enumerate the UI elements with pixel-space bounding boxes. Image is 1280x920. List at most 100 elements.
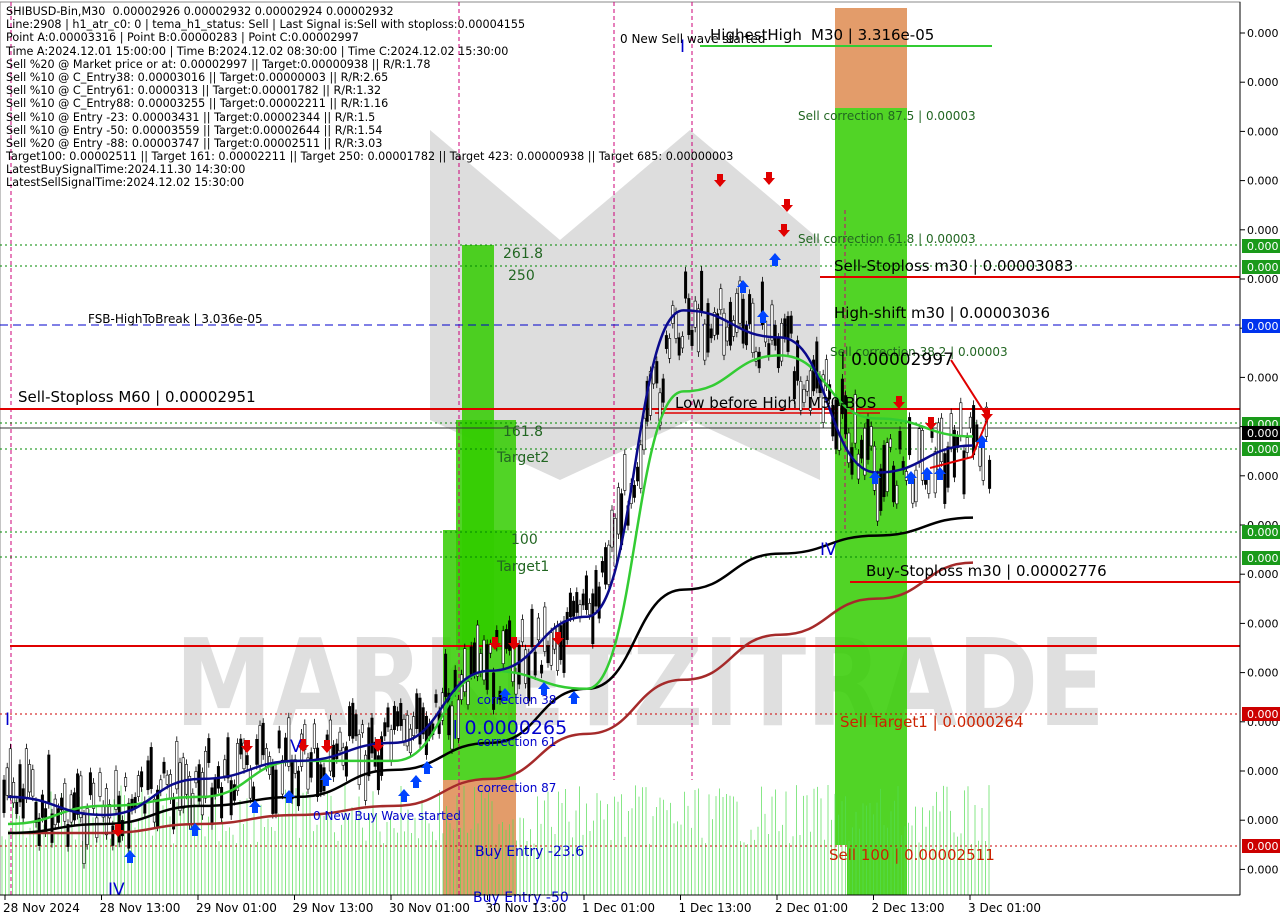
candle-body <box>757 351 761 369</box>
orange-zone-upper <box>835 8 907 108</box>
candle-body <box>981 447 985 481</box>
candle-body <box>396 711 400 727</box>
candle-body <box>8 748 12 796</box>
candle-body <box>389 729 393 762</box>
candle-body <box>732 320 736 337</box>
candle-body <box>549 632 553 666</box>
candle-body <box>223 759 227 777</box>
candle-body <box>613 518 617 567</box>
candle-body <box>63 782 67 822</box>
price-tick-label: 0.000 <box>1247 76 1279 89</box>
time-tick-label: 2 Dec 13:00 <box>872 901 945 915</box>
candle-body <box>520 619 524 643</box>
price-tick-label: 0.000 <box>1247 175 1279 188</box>
chart-canvas[interactable]: MARKETZITRADE 0 New Sell wave started Hi… <box>0 0 1280 920</box>
candle-body <box>988 459 992 489</box>
candle-body <box>360 724 364 734</box>
candle-body <box>959 402 963 437</box>
candle-body <box>111 825 115 846</box>
price-tag-label: 0.000 <box>1247 552 1279 565</box>
candle-body <box>24 748 28 799</box>
candle-body <box>149 747 153 789</box>
candle-body <box>786 316 790 352</box>
candle-body <box>725 326 729 342</box>
price-tick-label: 0.000 <box>1247 814 1279 827</box>
candle-body <box>940 417 944 463</box>
candle-body <box>677 337 681 356</box>
candle-body <box>936 422 940 470</box>
candle-body <box>536 617 540 641</box>
time-tick-label: 1 Dec 13:00 <box>679 901 752 915</box>
candle-body <box>972 405 976 456</box>
candle-body <box>898 431 902 450</box>
candle-body <box>207 738 211 763</box>
price-tag-label: 0.000 <box>1247 320 1279 333</box>
candle-body <box>31 769 35 797</box>
candle-body <box>152 798 156 823</box>
candle-body <box>700 270 704 312</box>
price-tag-label: 0.000 <box>1247 240 1279 253</box>
candle-body <box>92 782 96 809</box>
candle-body <box>815 341 819 389</box>
candle-body <box>674 312 678 339</box>
candle-body <box>386 707 390 728</box>
candle-body <box>271 763 275 814</box>
candle-body <box>783 318 787 338</box>
candle-body <box>744 325 748 346</box>
candle-body <box>312 723 316 749</box>
label-fib-250: 250 <box>508 268 535 284</box>
candle-body <box>229 780 233 816</box>
time-tick-label: 1 Dec 01:00 <box>582 901 655 915</box>
candle-body <box>47 754 51 804</box>
label-sell-corr-875: Sell correction 87.5 | 0.00003 <box>798 109 976 123</box>
price-tag-label: 0.000 <box>1247 526 1279 539</box>
candle-body <box>485 644 489 690</box>
candle-body <box>309 752 313 778</box>
label-sell-100: Sell 100 | 0.00002511 <box>829 846 995 864</box>
price-tick-label: 0.000 <box>1247 27 1279 40</box>
candle-body <box>124 777 128 787</box>
candle-body <box>802 389 806 403</box>
candle-body <box>104 788 108 836</box>
candle-body <box>597 586 601 619</box>
candle-body <box>690 329 694 346</box>
candle-body <box>616 487 620 535</box>
candle-body <box>248 769 252 799</box>
candle-body <box>540 664 544 674</box>
candle-body <box>751 302 755 353</box>
price-tick-label: 0.000 <box>1247 765 1279 778</box>
candle-body <box>943 453 947 504</box>
label-corr-87: correction 87 <box>477 781 556 795</box>
candle-body <box>136 775 140 797</box>
candle-body <box>402 718 406 742</box>
candle-body <box>600 561 604 573</box>
candle-body <box>274 769 278 814</box>
label-wave-iv-bottom: IV <box>108 880 125 900</box>
candle-body <box>565 611 569 640</box>
price-tag-label: 0.000 <box>1247 708 1279 721</box>
candle-body <box>15 802 19 814</box>
candle-body <box>687 298 691 335</box>
candle-body <box>162 761 166 774</box>
candle-body <box>444 653 448 697</box>
candle-body <box>261 722 265 756</box>
candle-body <box>546 645 550 664</box>
candle-body <box>351 702 355 739</box>
price-tag-label: 0.000 <box>1247 840 1279 853</box>
label-m30-high: M30 | 3.316e-05 <box>811 26 934 44</box>
time-axis: 28 Nov 2024 28 Nov 13:00 29 Nov 01:00 29 No… <box>0 894 1240 915</box>
candle-body <box>962 450 966 495</box>
candle-body <box>412 716 416 736</box>
price-tag-label: 0.000 <box>1247 443 1279 456</box>
candle-body <box>284 737 288 762</box>
candle-body <box>805 380 809 392</box>
candle-body <box>383 722 387 737</box>
candle-body <box>472 642 476 674</box>
label-corr-38: correction 38 <box>477 693 556 707</box>
candle-body <box>348 706 352 737</box>
candle-body <box>204 750 208 799</box>
label-new-buy-wave: 0 New Buy Wave started <box>313 809 461 823</box>
candle-body <box>632 484 636 498</box>
candle-body <box>341 747 345 766</box>
candle-body <box>661 378 665 403</box>
